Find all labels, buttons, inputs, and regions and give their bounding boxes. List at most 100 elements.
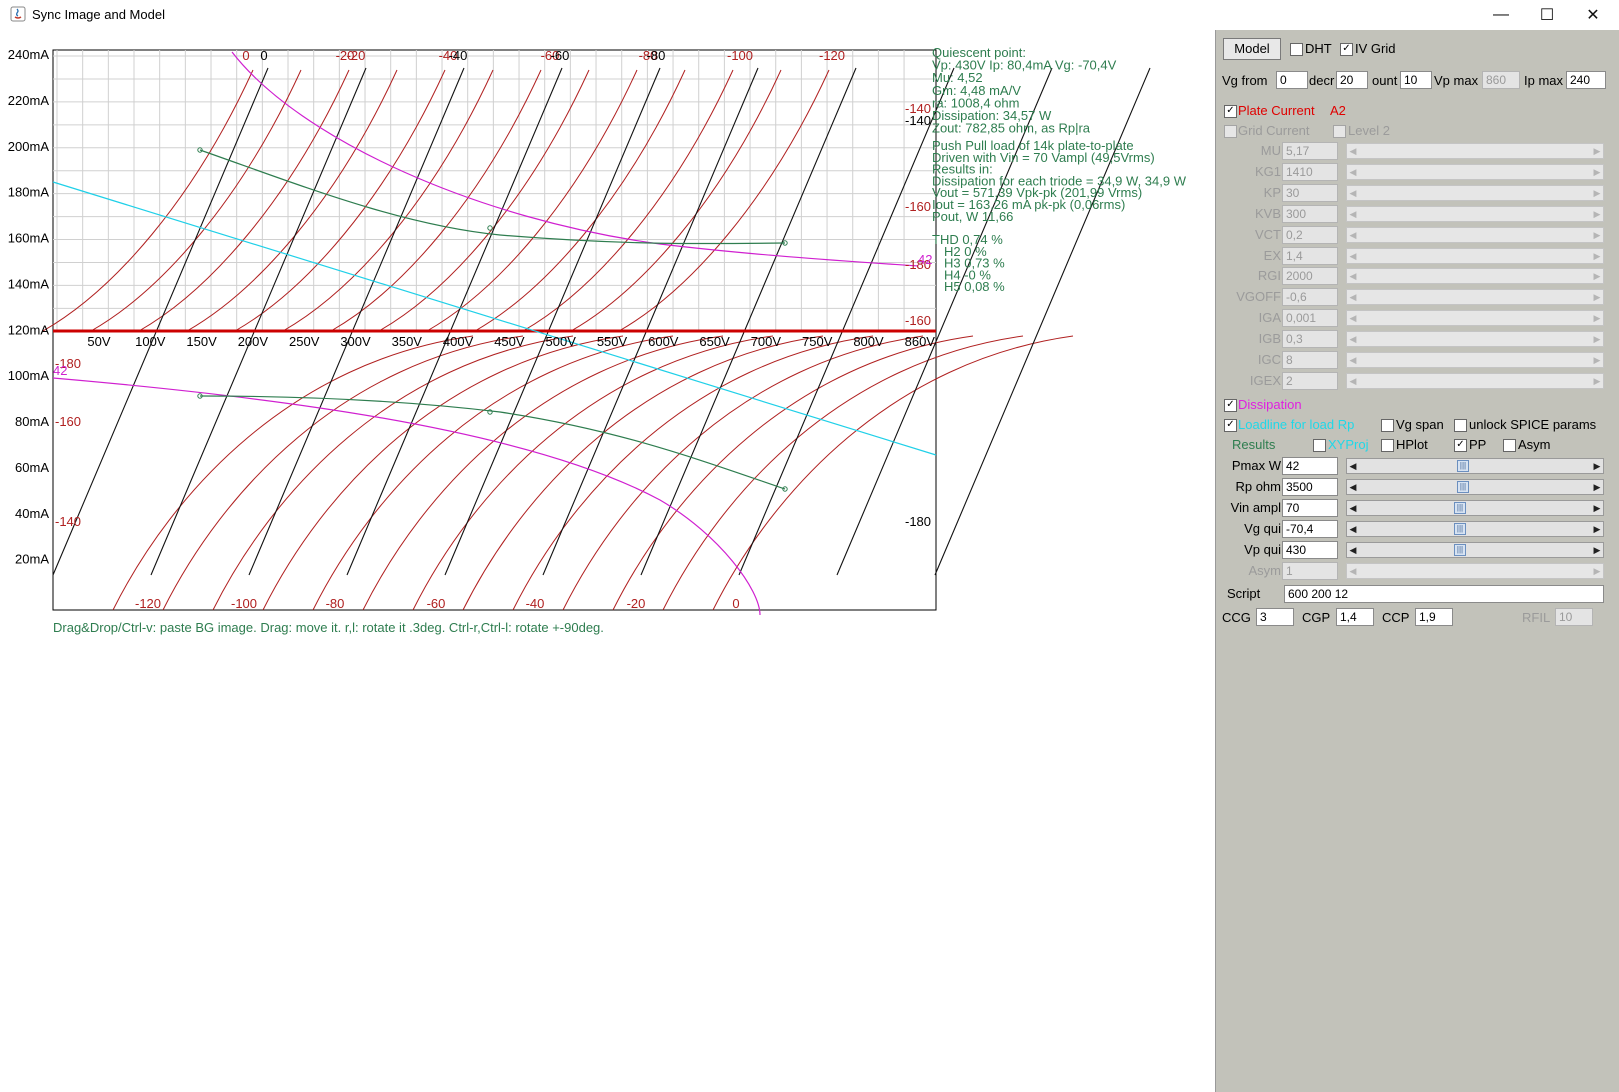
slider-right-arrow-icon[interactable]: ▶: [1591, 144, 1603, 158]
slider-left-arrow-icon[interactable]: ◀: [1347, 480, 1359, 494]
slider-thumb[interactable]: |||: [1454, 523, 1466, 535]
param-slider-ex[interactable]: ◀ ▶: [1346, 247, 1604, 264]
grid-current-checkbox[interactable]: [1224, 125, 1237, 138]
slider-right-arrow-icon[interactable]: ▶: [1591, 480, 1603, 494]
minimize-button[interactable]: —: [1478, 0, 1524, 30]
slider-left-arrow-icon[interactable]: ◀: [1347, 332, 1359, 346]
iv-grid-checkbox[interactable]: ✓: [1340, 43, 1353, 56]
slider-thumb[interactable]: |||: [1454, 544, 1466, 556]
slider-left-arrow-icon[interactable]: ◀: [1347, 144, 1359, 158]
dissipation-checkbox[interactable]: ✓: [1224, 399, 1237, 412]
slider-rp-ohm[interactable]: ◀ ||| ▶: [1346, 479, 1604, 495]
slider-right-arrow-icon[interactable]: ▶: [1591, 332, 1603, 346]
slider-left-arrow-icon[interactable]: ◀: [1347, 290, 1359, 304]
tube-characteristic-chart[interactable]: 240mA 220mA 200mA 180mA 160mA 140mA 120mA 100mA…: [0, 30, 1215, 650]
slider-thumb[interactable]: |||: [1457, 460, 1469, 472]
param-input-vct[interactable]: 0,2: [1282, 225, 1338, 244]
slider-left-arrow-icon[interactable]: ◀: [1347, 353, 1359, 367]
param-input-kvb[interactable]: 300: [1282, 204, 1338, 223]
slider-asym[interactable]: ◀ ▶: [1346, 563, 1604, 579]
slider-left-arrow-icon[interactable]: ◀: [1347, 543, 1359, 557]
slider-left-arrow-icon[interactable]: ◀: [1347, 207, 1359, 221]
slider-left-arrow-icon[interactable]: ◀: [1347, 374, 1359, 388]
param-slider-vgoff[interactable]: ◀ ▶: [1346, 289, 1604, 306]
slider-right-arrow-icon[interactable]: ▶: [1591, 501, 1603, 515]
param-input-kp[interactable]: 30: [1282, 183, 1338, 202]
ccp-input[interactable]: 1,9: [1415, 608, 1453, 626]
slider-left-arrow-icon[interactable]: ◀: [1347, 522, 1359, 536]
slider-right-arrow-icon[interactable]: ▶: [1591, 564, 1603, 578]
slider-pmax-w[interactable]: ◀ ||| ▶: [1346, 458, 1604, 474]
script-input[interactable]: 600 200 12: [1284, 585, 1604, 603]
vp-max-input[interactable]: 860: [1482, 71, 1520, 89]
param-input-kg1[interactable]: 1410: [1282, 162, 1338, 181]
slider-input-asym[interactable]: 1: [1282, 562, 1338, 580]
slider-left-arrow-icon[interactable]: ◀: [1347, 165, 1359, 179]
param-input-igb[interactable]: 0,3: [1282, 330, 1338, 349]
slider-right-arrow-icon[interactable]: ▶: [1591, 311, 1603, 325]
slider-input-pmax-w[interactable]: 42: [1282, 457, 1338, 475]
slider-right-arrow-icon[interactable]: ▶: [1591, 522, 1603, 536]
param-input-igc[interactable]: 8: [1282, 351, 1338, 369]
plate-current-checkbox[interactable]: ✓: [1224, 105, 1237, 118]
slider-vin-ampl[interactable]: ◀ ||| ▶: [1346, 500, 1604, 516]
unlock-spice-checkbox[interactable]: [1454, 419, 1467, 432]
asym-checkbox[interactable]: [1503, 439, 1516, 452]
param-slider-igex[interactable]: ◀ ▶: [1346, 372, 1604, 389]
vg-span-checkbox[interactable]: [1381, 419, 1394, 432]
param-slider-rgi[interactable]: ◀ ▶: [1346, 268, 1604, 285]
slider-input-vp-qui[interactable]: 430: [1282, 541, 1338, 559]
param-slider-kp[interactable]: ◀ ▶: [1346, 184, 1604, 201]
pp-checkbox[interactable]: ✓: [1454, 439, 1467, 452]
slider-right-arrow-icon[interactable]: ▶: [1591, 543, 1603, 557]
slider-right-arrow-icon[interactable]: ▶: [1591, 290, 1603, 304]
count-input[interactable]: 10: [1400, 71, 1432, 89]
slider-right-arrow-icon[interactable]: ▶: [1591, 165, 1603, 179]
decr-input[interactable]: 20: [1336, 71, 1368, 89]
slider-left-arrow-icon[interactable]: ◀: [1347, 269, 1359, 283]
slider-thumb[interactable]: |||: [1457, 481, 1469, 493]
slider-left-arrow-icon[interactable]: ◀: [1347, 249, 1359, 263]
xyproj-checkbox[interactable]: [1313, 439, 1326, 452]
model-button[interactable]: Model: [1223, 38, 1281, 60]
slider-left-arrow-icon[interactable]: ◀: [1347, 228, 1359, 242]
level2-checkbox[interactable]: [1333, 125, 1346, 138]
slider-vp-qui[interactable]: ◀ ||| ▶: [1346, 542, 1604, 558]
slider-right-arrow-icon[interactable]: ▶: [1591, 249, 1603, 263]
slider-right-arrow-icon[interactable]: ▶: [1591, 269, 1603, 283]
slider-thumb[interactable]: |||: [1454, 502, 1466, 514]
param-slider-kg1[interactable]: ◀ ▶: [1346, 163, 1604, 180]
slider-left-arrow-icon[interactable]: ◀: [1347, 186, 1359, 200]
param-input-ex[interactable]: 1,4: [1282, 246, 1338, 265]
slider-right-arrow-icon[interactable]: ▶: [1591, 353, 1603, 367]
slider-input-vg-qui[interactable]: -70,4: [1282, 520, 1338, 538]
cgp-input[interactable]: 1,4: [1336, 608, 1374, 626]
maximize-button[interactable]: ☐: [1524, 0, 1570, 30]
param-input-iga[interactable]: 0,001: [1282, 309, 1338, 328]
slider-right-arrow-icon[interactable]: ▶: [1591, 374, 1603, 388]
slider-right-arrow-icon[interactable]: ▶: [1591, 228, 1603, 242]
loadline-checkbox[interactable]: ✓: [1224, 419, 1237, 432]
slider-left-arrow-icon[interactable]: ◀: [1347, 501, 1359, 515]
param-slider-igc[interactable]: ◀ ▶: [1346, 352, 1604, 368]
param-slider-vct[interactable]: ◀ ▶: [1346, 226, 1604, 243]
slider-right-arrow-icon[interactable]: ▶: [1591, 186, 1603, 200]
hplot-checkbox[interactable]: [1381, 439, 1394, 452]
ip-max-input[interactable]: 240: [1566, 71, 1606, 89]
slider-input-rp-ohm[interactable]: 3500: [1282, 478, 1338, 496]
param-slider-kvb[interactable]: ◀ ▶: [1346, 205, 1604, 222]
param-input-mu[interactable]: 5,17: [1282, 142, 1338, 160]
dht-checkbox[interactable]: [1290, 43, 1303, 56]
vg-from-input[interactable]: 0: [1276, 71, 1308, 89]
param-slider-mu[interactable]: ◀ ▶: [1346, 143, 1604, 159]
slider-vg-qui[interactable]: ◀ ||| ▶: [1346, 521, 1604, 537]
slider-right-arrow-icon[interactable]: ▶: [1591, 207, 1603, 221]
param-input-rgi[interactable]: 2000: [1282, 267, 1338, 286]
param-input-igex[interactable]: 2: [1282, 371, 1338, 390]
param-input-vgoff[interactable]: -0,6: [1282, 288, 1338, 307]
param-slider-iga[interactable]: ◀ ▶: [1346, 310, 1604, 327]
close-button[interactable]: ✕: [1570, 0, 1616, 30]
slider-input-vin-ampl[interactable]: 70: [1282, 499, 1338, 517]
slider-left-arrow-icon[interactable]: ◀: [1347, 564, 1359, 578]
ccg-input[interactable]: 3: [1256, 608, 1294, 626]
